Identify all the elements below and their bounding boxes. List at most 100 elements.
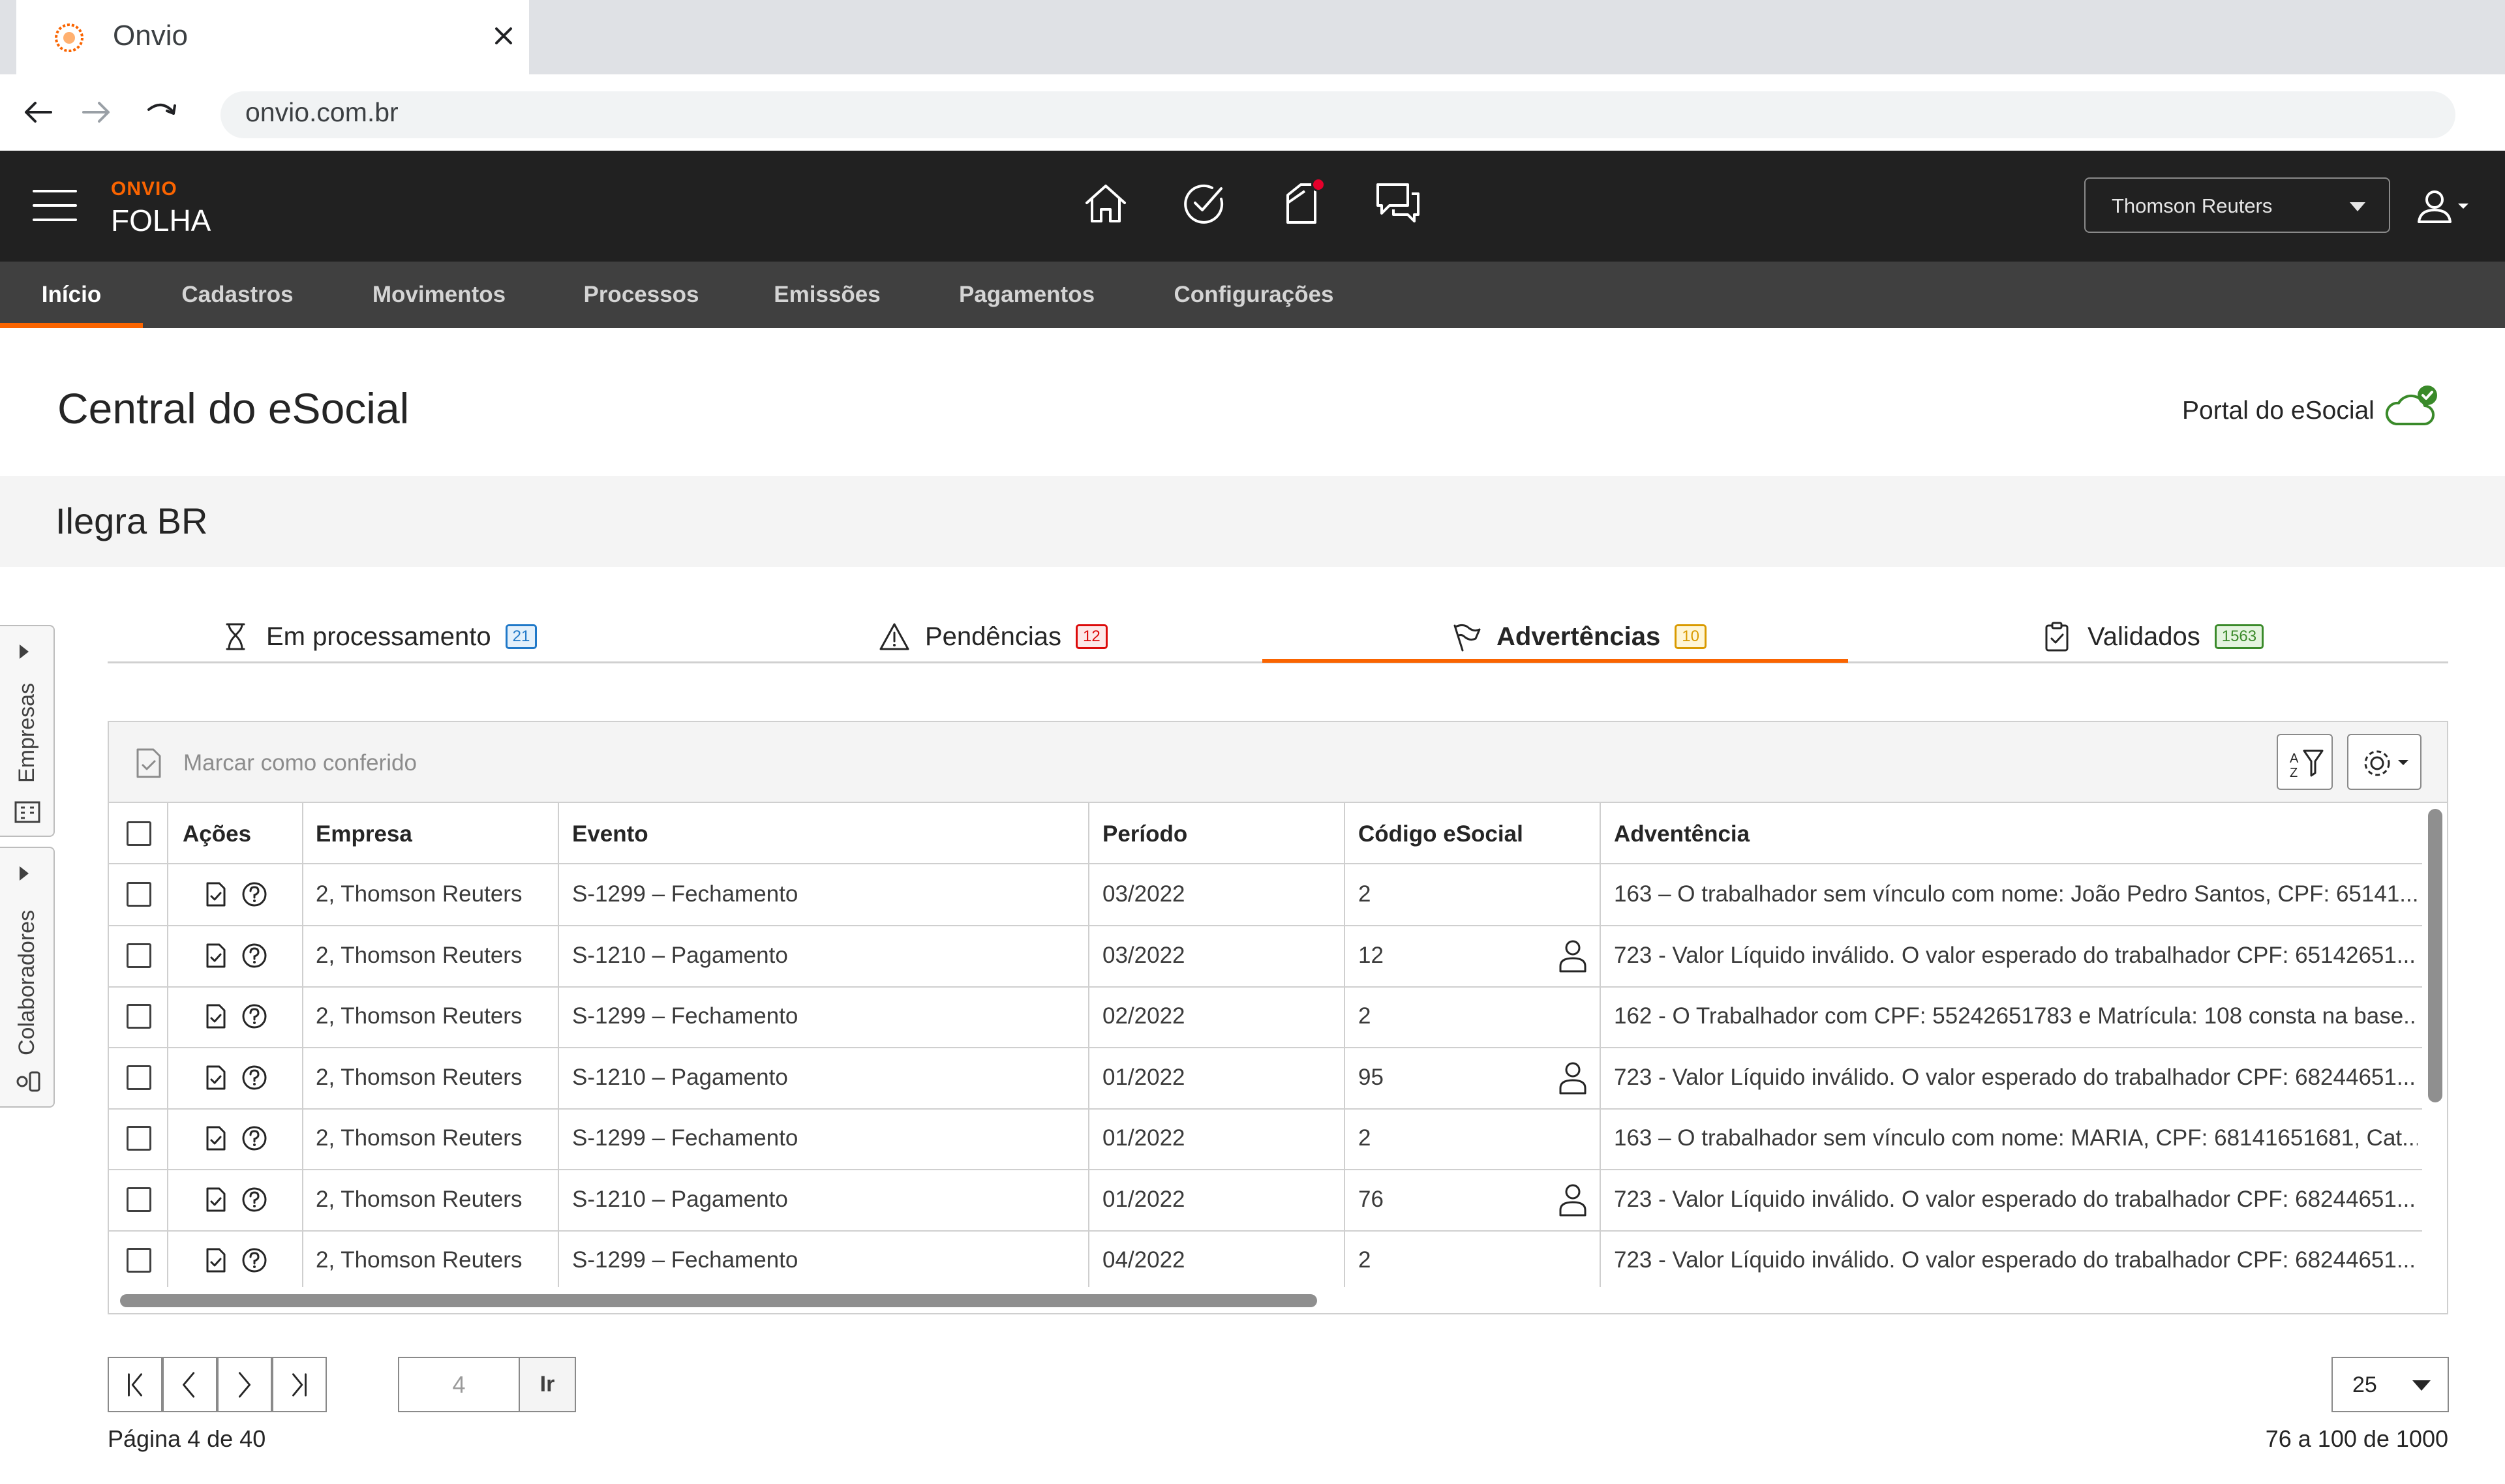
sort-filter-button[interactable]: A Z: [2277, 734, 2333, 790]
browser-tab[interactable]: Onvio: [16, 0, 529, 74]
row-checkbox[interactable]: [127, 882, 151, 907]
status-badge: 12: [1076, 624, 1108, 649]
mark-document-icon[interactable]: [202, 1186, 230, 1213]
side-rail-colaboradores[interactable]: Colaboradores: [0, 847, 55, 1108]
help-circle-icon[interactable]: [241, 942, 268, 969]
menu-item-movimentos[interactable]: Movimentos: [346, 262, 532, 328]
home-icon[interactable]: [1082, 179, 1130, 228]
close-icon[interactable]: [487, 20, 520, 52]
person-icon[interactable]: [1556, 1181, 1589, 1218]
tab-pendencias[interactable]: Pendências 12: [878, 613, 1108, 660]
cell-adventencia: 723 - Valor Líquido inválido. O valor es…: [1614, 1247, 2416, 1273]
warning-triangle-icon: [879, 623, 909, 650]
go-button[interactable]: Ir: [519, 1357, 576, 1412]
column-header-adventencia[interactable]: Adventência: [1614, 804, 1750, 864]
cell-evento: S-1299 – Fechamento: [572, 881, 798, 907]
row-checkbox[interactable]: [127, 1187, 151, 1212]
hourglass-icon: [226, 623, 245, 650]
help-circle-icon[interactable]: [241, 1003, 268, 1030]
person-icon[interactable]: [1556, 1059, 1589, 1096]
menu-item-cadastros[interactable]: Cadastros: [154, 262, 321, 328]
last-page-button[interactable]: [272, 1357, 327, 1412]
menu-item-emissoes[interactable]: Emissões: [750, 262, 904, 328]
cell-codigo: 95: [1358, 1065, 1384, 1090]
person-icon[interactable]: [1556, 937, 1589, 974]
address-bar[interactable]: [220, 91, 2455, 138]
row-checkbox[interactable]: [127, 1004, 151, 1029]
cell-periodo: 01/2022: [1102, 1187, 1185, 1212]
url-text[interactable]: onvio.com.br: [245, 97, 399, 128]
menu-item-configuracoes[interactable]: Configurações: [1148, 262, 1359, 328]
column-divider: [1344, 803, 1345, 1287]
cell-periodo: 01/2022: [1102, 1065, 1185, 1090]
horizontal-scrollbar-thumb[interactable]: [120, 1294, 1317, 1307]
back-arrow-icon[interactable]: [18, 93, 57, 132]
page-number-input[interactable]: [398, 1357, 520, 1412]
cell-evento: S-1299 – Fechamento: [572, 1125, 798, 1151]
column-header-acoes: Ações: [183, 821, 252, 847]
tab-validados[interactable]: Validados 1563: [2041, 613, 2264, 660]
mark-document-icon[interactable]: [202, 942, 230, 969]
hamburger-menu-icon[interactable]: [33, 186, 77, 225]
column-header-periodo[interactable]: Período: [1102, 804, 1187, 864]
previous-page-button[interactable]: [162, 1357, 217, 1412]
cell-periodo: 03/2022: [1102, 943, 1185, 968]
cell-empresa: 2, Thomson Reuters: [316, 881, 523, 907]
chat-icon[interactable]: [1374, 179, 1422, 228]
mark-document-icon[interactable]: [202, 1247, 230, 1274]
row-checkbox[interactable]: [127, 1065, 151, 1090]
mark-document-icon[interactable]: [202, 1125, 230, 1152]
tasks-check-icon[interactable]: [1179, 179, 1228, 228]
mark-document-icon[interactable]: [202, 1064, 230, 1091]
tab-advertencias[interactable]: Advertências 10: [1450, 613, 1707, 660]
portal-esocial-link[interactable]: Portal do eSocial: [2182, 397, 2375, 425]
cell-evento: S-1210 – Pagamento: [572, 943, 788, 968]
brand-product: FOLHA: [111, 204, 211, 237]
cell-evento: S-1299 – Fechamento: [572, 1247, 798, 1273]
column-header-codigo[interactable]: Código eSocial: [1358, 804, 1523, 864]
menu-item-processos[interactable]: Processos: [556, 262, 727, 328]
cloud-check-icon[interactable]: [2384, 384, 2439, 431]
svg-text:Z: Z: [2290, 766, 2298, 780]
company-selector[interactable]: Thomson Reuters: [2084, 177, 2390, 233]
reload-icon[interactable]: [142, 93, 181, 132]
column-header-evento[interactable]: Evento: [572, 804, 648, 864]
row-checkbox[interactable]: [127, 1248, 151, 1273]
next-page-button[interactable]: [217, 1357, 272, 1412]
user-profile-icon[interactable]: [2414, 187, 2472, 226]
row-checkbox[interactable]: [127, 943, 151, 968]
people-icon: [16, 1071, 40, 1092]
cell-evento: S-1210 – Pagamento: [572, 1187, 788, 1212]
page-title: Central do eSocial: [57, 384, 410, 432]
cell-codigo: 2: [1358, 1125, 1371, 1151]
select-all-checkbox[interactable]: [127, 821, 151, 846]
help-circle-icon[interactable]: [241, 1247, 268, 1274]
clipboard-check-icon: [2045, 622, 2069, 652]
cell-periodo: 01/2022: [1102, 1125, 1185, 1151]
menu-item-pagamentos[interactable]: Pagamentos: [929, 262, 1125, 328]
flag-icon: [1453, 624, 1481, 652]
cell-codigo: 2: [1358, 1247, 1371, 1273]
tab-label: Pendências: [925, 622, 1062, 651]
first-page-button[interactable]: [108, 1357, 162, 1412]
vertical-scrollbar-thumb[interactable]: [2428, 809, 2442, 1102]
forward-arrow-icon[interactable]: [77, 93, 116, 132]
mark-checked-button[interactable]: Marcar como conferido: [134, 744, 417, 783]
help-circle-icon[interactable]: [241, 1125, 268, 1152]
first-page-icon: [128, 1373, 142, 1397]
mark-document-icon[interactable]: [202, 1003, 230, 1030]
tab-em-processamento[interactable]: Em processamento 21: [219, 613, 538, 660]
menu-item-inicio[interactable]: Início: [0, 262, 143, 328]
column-header-empresa[interactable]: Empresa: [316, 804, 412, 864]
gear-icon: [2364, 750, 2408, 776]
help-circle-icon[interactable]: [241, 881, 268, 908]
column-divider: [558, 803, 559, 1287]
row-checkbox[interactable]: [127, 1126, 151, 1151]
mark-document-icon[interactable]: [202, 881, 230, 908]
side-rail-empresas[interactable]: Empresas: [0, 625, 55, 837]
help-circle-icon[interactable]: [241, 1186, 268, 1213]
help-circle-icon[interactable]: [241, 1064, 268, 1091]
grid-settings-button[interactable]: [2347, 734, 2422, 790]
page-size-select[interactable]: 25: [2331, 1357, 2449, 1412]
grid-toolbar: [109, 722, 2447, 803]
